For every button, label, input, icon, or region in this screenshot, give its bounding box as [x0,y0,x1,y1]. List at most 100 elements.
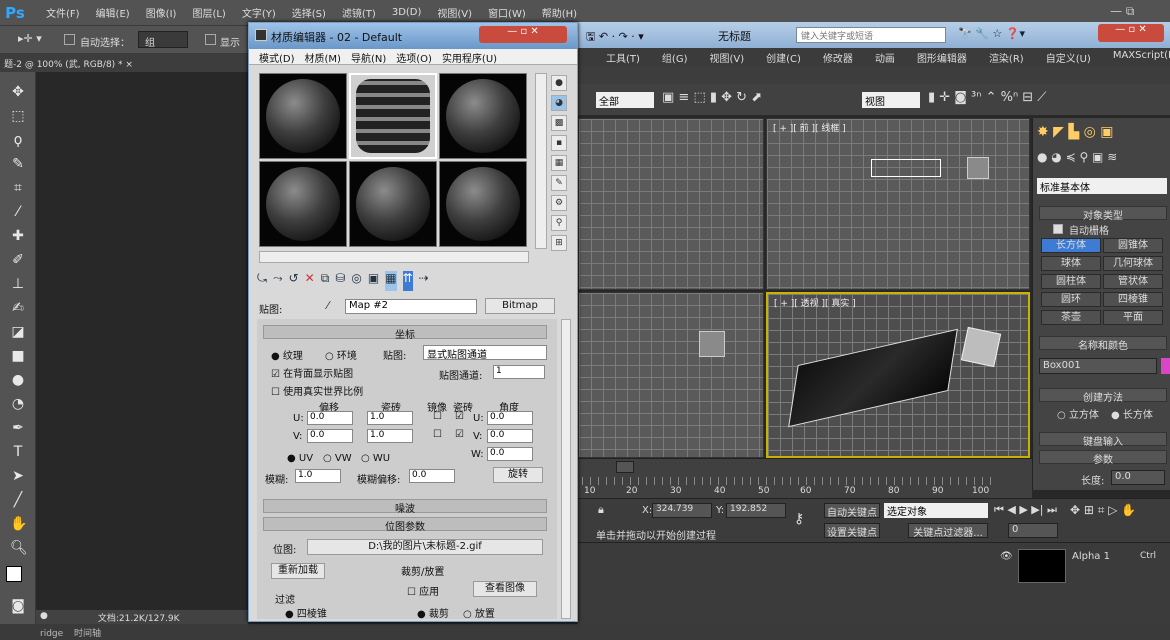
viewport-persp-label[interactable]: [ + ][ 透视 ][ 真实 ] [774,296,856,309]
material-map-navigator-icon[interactable]: ⊞ [551,235,567,251]
parameters-scrollbar[interactable] [561,319,571,619]
coordinates-rollout[interactable]: 坐标 [263,325,547,341]
quick-access-icons[interactable]: 🖫 ↶ · ↷ · ▾ [586,28,644,47]
eyedropper-icon[interactable]: ⁄ [10,204,26,220]
make-preview-icon[interactable]: ✎ [551,175,567,191]
length-spinner[interactable]: 0.0 [1111,470,1165,485]
type-icon[interactable]: T [10,444,26,460]
reload-button[interactable]: 重新加载 [271,563,325,579]
max-close-button[interactable]: — ▫ ✕ [1098,24,1164,42]
options-icon[interactable]: ⚙ [551,195,567,211]
eyedropper-icon[interactable]: ⁄ [327,299,329,312]
move-tool-icon[interactable]: ▸✛ ▾ [18,32,42,45]
crop-radio[interactable]: ● 裁剪 [417,605,449,620]
apply-checkbox[interactable]: ☐ 应用 [407,583,439,598]
viewport-front-label[interactable]: [ + ][ 前 ][ 线框 ] [773,121,846,134]
move-icon[interactable]: ✥ [10,84,26,100]
keyboard-entry-rollout[interactable]: 键盘输入 [1039,432,1167,448]
foreground-color-swatch[interactable] [6,566,22,582]
timeline-ruler[interactable] [582,477,992,497]
pyramid-button[interactable]: 四棱锥 [1103,292,1163,307]
object-color-swatch[interactable] [1161,358,1170,374]
blur-spinner[interactable]: 1.0 [295,469,341,483]
bitmap-path-button[interactable]: D:\我的图片\未标题-2.gif [307,539,543,555]
x-coord-input[interactable]: 324.739 [652,503,712,518]
viewport-nav-icons[interactable]: ✥ ⊞ ⌗ ▷ ✋ [1070,503,1136,518]
lock-icon[interactable]: 🔒︎ [598,503,604,517]
uv-tiling-icon[interactable]: ▪ [551,135,567,151]
put-library-icon[interactable]: ⛁ [335,271,345,291]
v-angle-spinner[interactable]: 0.0 [487,429,533,443]
object-type-rollout[interactable]: 对象类型 [1039,206,1167,222]
map-channel-spinner[interactable]: 1 [493,365,545,379]
healing-icon[interactable]: ✚ [10,228,26,244]
max-menu-maxscript[interactable]: MAXScript(M) [1113,50,1170,64]
eye-icon[interactable]: 👁︎ [1000,551,1013,562]
menu-edit[interactable]: 编辑(E) [96,5,130,20]
mat-menu-navigation[interactable]: 导航(N) [351,50,386,65]
viewport-front[interactable]: [ + ][ 前 ][ 线框 ] [766,118,1030,290]
make-unique-icon[interactable]: ⧉ [321,271,330,291]
mat-menu-mode[interactable]: 模式(D) [259,50,295,65]
slot-vertical-scrollbar[interactable] [535,73,547,249]
zoom-icon[interactable]: 🔍︎ [10,540,28,556]
sample-type-icon[interactable]: ● [551,75,567,91]
window-controls[interactable]: — ⧉ [1110,4,1134,19]
menu-view[interactable]: 视图(V) [437,5,472,20]
pyramidal-radio[interactable]: ● 四棱锥 [285,605,327,620]
menu-type[interactable]: 文字(Y) [242,5,276,20]
material-slot-5[interactable] [349,161,437,247]
command-tabs-icons[interactable]: ✸ ◤ ▙ ◎ ▣ [1037,124,1114,140]
select-tools-icons[interactable]: ▣ ≡ ⬚ ▮ ✥ ↻ ⬈ [662,90,762,105]
create-category-icons[interactable]: ● ◕ ≼ ⚲ ▣ ≋ [1037,150,1117,164]
noise-rollout[interactable]: 噪波 [263,499,547,515]
ps-document-tab[interactable]: 题-2 @ 100% (武, RGB/8) * × [0,54,248,72]
stamp-icon[interactable]: ⊥ [10,276,26,292]
path-select-icon[interactable]: ➤ [10,468,26,484]
teapot-button[interactable]: 茶壶 [1041,310,1101,325]
reference-coord-dropdown[interactable]: 视图 [862,92,920,108]
go-parent-icon[interactable]: ⇈ [402,271,413,291]
time-slider-thumb[interactable] [616,461,634,473]
auto-key-button[interactable]: 自动关键点 [824,503,880,519]
ps-canvas[interactable] [36,72,248,622]
uv-radio[interactable]: ● UV [287,453,313,464]
viewcube-icon[interactable] [967,157,989,179]
material-slot-6[interactable] [439,161,527,247]
auto-select-checkbox[interactable] [64,34,75,45]
tube-button[interactable]: 管状体 [1103,274,1163,289]
line-icon[interactable]: ╱ [10,492,26,508]
plane-button[interactable]: 平面 [1103,310,1163,325]
bitmap-params-rollout[interactable]: 位图参数 [263,517,547,533]
max-menu-animation[interactable]: 动画 [875,50,895,65]
geosphere-button[interactable]: 几何球体 [1103,256,1163,271]
menu-filter[interactable]: 滤镜(T) [342,5,376,20]
crop-icon[interactable]: ⌗ [10,180,26,196]
timeline-label[interactable]: 时间轴 [74,629,101,639]
delete-icon[interactable]: ✕ [305,271,315,291]
max-menu-tools[interactable]: 工具(T) [606,50,640,65]
v-tiling-spinner[interactable]: 1.0 [367,429,413,443]
menu-window[interactable]: 窗口(W) [488,5,526,20]
show-back-checkbox[interactable]: ☑ 在背面显示贴图 [271,365,353,380]
object-name-input[interactable]: Box001 [1039,358,1157,374]
material-slot-4[interactable] [259,161,347,247]
viewcube-icon[interactable] [699,331,725,357]
menu-layer[interactable]: 图层(L) [192,5,225,20]
u-tile-checkbox[interactable]: ☑ [455,411,464,422]
w-angle-spinner[interactable]: 0.0 [487,447,533,461]
mat-menu-utilities[interactable]: 实用程序(U) [442,50,497,65]
selection-filter-dropdown[interactable]: 全部 [596,92,654,108]
map-name-dropdown[interactable]: Map #2 [345,299,477,314]
viewport-perspective[interactable]: [ + ][ 透视 ][ 真实 ] [766,292,1030,458]
mat-menu-options[interactable]: 选项(O) [396,50,432,65]
brush-icon[interactable]: ✐ [10,252,26,268]
v-mirror-checkbox[interactable]: ☐ [433,429,442,440]
max-menu-customize[interactable]: 自定义(U) [1046,50,1091,65]
max-menu-view[interactable]: 视图(V) [709,50,744,65]
gradient-icon[interactable]: ■ [10,348,26,364]
v-tile-checkbox[interactable]: ☑ [455,429,464,440]
reset-map-icon[interactable]: ↺ [289,271,299,291]
set-key-button[interactable]: 设置关键点 [824,523,880,539]
video-color-icon[interactable]: ▦ [551,155,567,171]
